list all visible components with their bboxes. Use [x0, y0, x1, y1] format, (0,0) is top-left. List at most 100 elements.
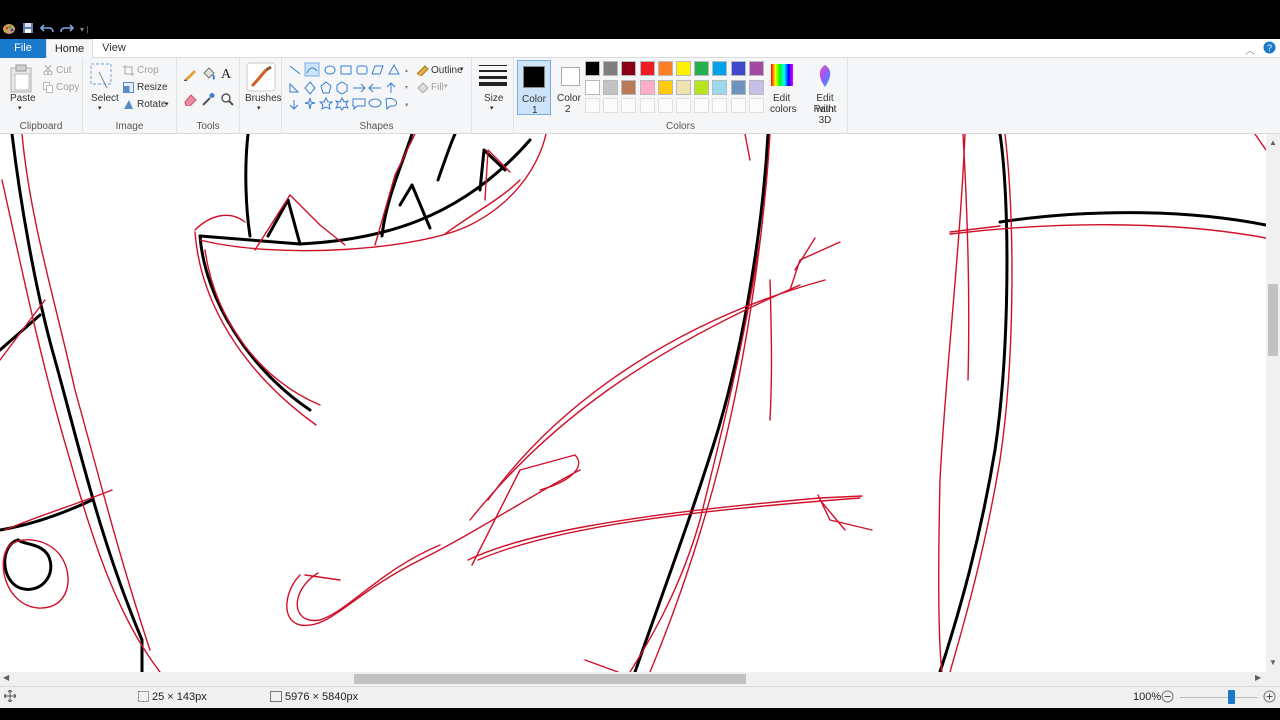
rotate-dropdown-icon[interactable]: ▾ — [165, 100, 169, 108]
zoom-slider-thumb[interactable] — [1228, 690, 1236, 704]
scroll-down-icon[interactable]: ▼ — [1269, 658, 1277, 667]
zoom-slider-track[interactable] — [1180, 697, 1258, 698]
drawing-canvas[interactable] — [0, 134, 1266, 672]
vertical-scroll-thumb[interactable] — [1268, 284, 1278, 356]
image-group: Select ▾ Crop Resize Rotate ▾ Image — [83, 58, 177, 134]
line-size-icon[interactable] — [479, 64, 507, 89]
shapes-gallery[interactable]: ▴ ▾ ▾ — [286, 62, 410, 115]
zoom-level: 100% — [1133, 691, 1162, 703]
resize-button[interactable]: Resize — [137, 82, 168, 93]
edit-colors-icon[interactable] — [770, 63, 794, 90]
palette-color-swatch[interactable] — [585, 61, 600, 76]
edit-with-paint3d-button[interactable]: Paint 3D — [808, 104, 842, 126]
scroll-left-icon[interactable]: ◀ — [3, 673, 9, 682]
eraser-icon[interactable] — [183, 92, 197, 109]
help-icon[interactable]: ? — [1263, 41, 1276, 57]
palette-color-swatch[interactable] — [676, 61, 691, 76]
shapes-group: ▴ ▾ ▾ Outline ▾ Fill ▾ Shapes — [282, 58, 472, 134]
horizontal-scrollbar[interactable]: ◀ ▶ — [0, 672, 1266, 686]
svg-text:▾: ▾ — [405, 102, 409, 109]
select-icon[interactable] — [89, 62, 115, 93]
custom-color-slot[interactable] — [730, 98, 746, 113]
svg-text:▴: ▴ — [405, 68, 408, 74]
palette-color-swatch[interactable] — [712, 61, 728, 76]
custom-color-slot[interactable] — [712, 98, 728, 113]
minimize-ribbon-icon[interactable]: ︿ — [1245, 42, 1255, 57]
text-tool-icon[interactable]: A — [220, 66, 234, 83]
palette-color-swatch[interactable] — [730, 61, 746, 76]
palette-color-swatch[interactable] — [748, 79, 764, 95]
selection-size-icon — [138, 691, 149, 705]
brushes-button[interactable]: Brushes — [245, 93, 282, 104]
custom-color-slot[interactable] — [603, 98, 619, 113]
palette-color-swatch[interactable] — [621, 79, 637, 95]
tab-view[interactable]: View — [93, 39, 135, 58]
title-bar: ▾ | — [0, 0, 1280, 39]
palette-color-swatch[interactable] — [639, 61, 655, 76]
custom-color-slot[interactable] — [639, 98, 655, 113]
palette-color-swatch[interactable] — [657, 61, 673, 76]
brushes-dropdown-icon[interactable]: ▾ — [257, 104, 261, 112]
palette-color-swatch[interactable] — [603, 61, 619, 76]
custom-color-slot[interactable] — [694, 98, 710, 113]
palette-color-swatch[interactable] — [639, 79, 655, 95]
palette-color-swatch[interactable] — [676, 79, 691, 95]
select-dropdown-icon[interactable]: ▾ — [98, 104, 102, 112]
outline-dropdown-icon[interactable]: ▾ — [460, 65, 464, 73]
paste-dropdown-icon[interactable]: ▾ — [18, 104, 22, 112]
outline-button[interactable]: Outline — [431, 65, 463, 76]
tools-group-label: Tools — [196, 121, 220, 132]
brushes-icon[interactable] — [246, 62, 276, 95]
size-dropdown-icon[interactable]: ▾ — [490, 104, 494, 112]
palette-color-swatch[interactable] — [694, 61, 710, 76]
custom-color-slot[interactable] — [748, 98, 764, 113]
palette-color-swatch[interactable] — [712, 79, 728, 95]
color2-label: Color — [557, 93, 581, 104]
palette-color-swatch[interactable] — [603, 79, 619, 95]
select-button[interactable]: Select — [91, 93, 119, 104]
palette-color-swatch[interactable] — [730, 79, 746, 95]
edit-colors-button[interactable]: colors — [770, 104, 797, 115]
custom-color-slot[interactable] — [585, 98, 600, 113]
horizontal-scroll-thumb[interactable] — [354, 674, 746, 684]
customize-toolbar-icon[interactable]: ▾ | — [80, 25, 88, 34]
color1-button[interactable]: Color 1 — [517, 60, 551, 116]
image-group-label: Image — [115, 121, 144, 132]
save-icon[interactable] — [22, 22, 34, 37]
palette-color-swatch[interactable] — [585, 79, 600, 95]
undo-icon[interactable] — [39, 22, 54, 37]
custom-color-slot[interactable] — [621, 98, 637, 113]
palette-color-swatch[interactable] — [621, 61, 637, 76]
pencil-icon[interactable] — [183, 67, 197, 84]
zoom-in-icon[interactable] — [1263, 690, 1276, 706]
cut-button[interactable]: Cut — [56, 65, 72, 76]
color2-button[interactable]: Color 2 — [554, 60, 588, 115]
fill-bucket-icon[interactable] — [201, 67, 215, 84]
tab-file[interactable]: File — [0, 39, 46, 58]
scroll-right-icon[interactable]: ▶ — [1255, 673, 1261, 682]
cursor-position-icon — [3, 689, 17, 705]
color-picker-icon[interactable] — [201, 92, 215, 109]
tab-home[interactable]: Home — [46, 39, 93, 59]
magnifier-icon[interactable] — [220, 92, 234, 109]
colors-group: Color 1 Color 2 Edit colors Colors — [514, 58, 848, 134]
palette-color-swatch[interactable] — [694, 79, 710, 95]
cut-icon — [43, 64, 53, 78]
crop-button[interactable]: Crop — [137, 65, 159, 76]
custom-color-slot[interactable] — [657, 98, 673, 113]
fill-dropdown-icon[interactable]: ▾ — [444, 82, 448, 90]
zoom-out-icon[interactable] — [1161, 690, 1174, 706]
paint3d-icon[interactable] — [813, 63, 837, 92]
custom-color-slot[interactable] — [676, 98, 691, 113]
palette-color-swatch[interactable] — [748, 61, 764, 76]
redo-icon[interactable] — [60, 22, 75, 37]
copy-icon — [43, 82, 53, 96]
vertical-scrollbar[interactable]: ▲ ▼ — [1266, 134, 1280, 672]
fill-button[interactable]: Fill — [431, 82, 444, 93]
palette-color-swatch[interactable] — [657, 79, 673, 95]
scroll-up-icon[interactable]: ▲ — [1269, 138, 1277, 147]
tools-group: A Tools — [177, 58, 240, 134]
rotate-button[interactable]: Rotate — [137, 99, 166, 110]
size-button[interactable]: Size — [484, 93, 503, 104]
copy-button[interactable]: Copy — [56, 82, 79, 93]
